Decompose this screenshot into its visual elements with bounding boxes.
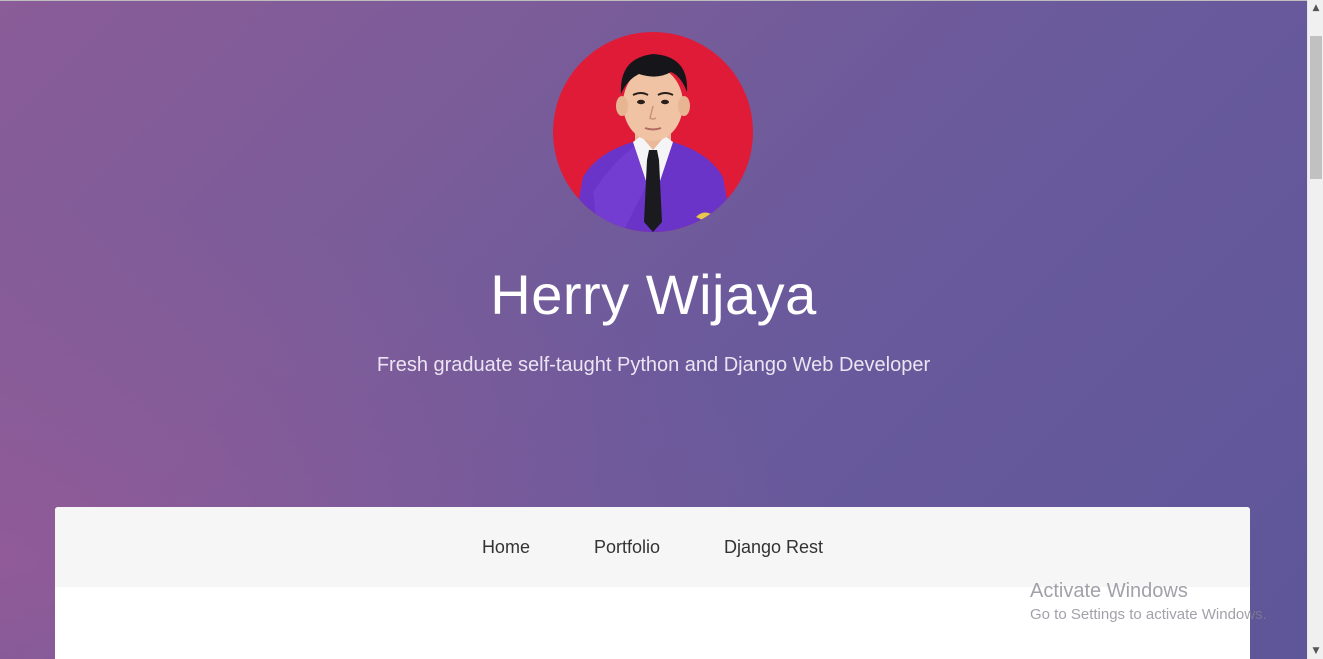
vertical-scrollbar[interactable]: ▲ ▼ bbox=[1307, 0, 1323, 659]
hero-section: Herry Wijaya Fresh graduate self-taught … bbox=[0, 0, 1307, 659]
nav-link-portfolio[interactable]: Portfolio bbox=[594, 537, 660, 558]
chevron-up-icon[interactable]: ▲ bbox=[1308, 0, 1323, 16]
nav-link-home[interactable]: Home bbox=[482, 537, 530, 558]
avatar-photo bbox=[553, 32, 753, 232]
chevron-down-icon[interactable]: ▼ bbox=[1308, 643, 1323, 659]
windows-activation-watermark: Activate Windows Go to Settings to activ… bbox=[1030, 580, 1267, 623]
watermark-subtitle: Go to Settings to activate Windows. bbox=[1030, 606, 1267, 623]
scrollbar-thumb[interactable] bbox=[1310, 36, 1322, 179]
page-subtitle: Fresh graduate self-taught Python and Dj… bbox=[376, 354, 931, 376]
nav-link-django-rest[interactable]: Django Rest bbox=[724, 537, 823, 558]
main-nav: Home Portfolio Django Rest bbox=[55, 507, 1250, 587]
top-border bbox=[0, 0, 1307, 1]
page-title: Herry Wijaya bbox=[490, 263, 817, 326]
avatar bbox=[553, 32, 753, 232]
watermark-title: Activate Windows bbox=[1030, 580, 1188, 602]
